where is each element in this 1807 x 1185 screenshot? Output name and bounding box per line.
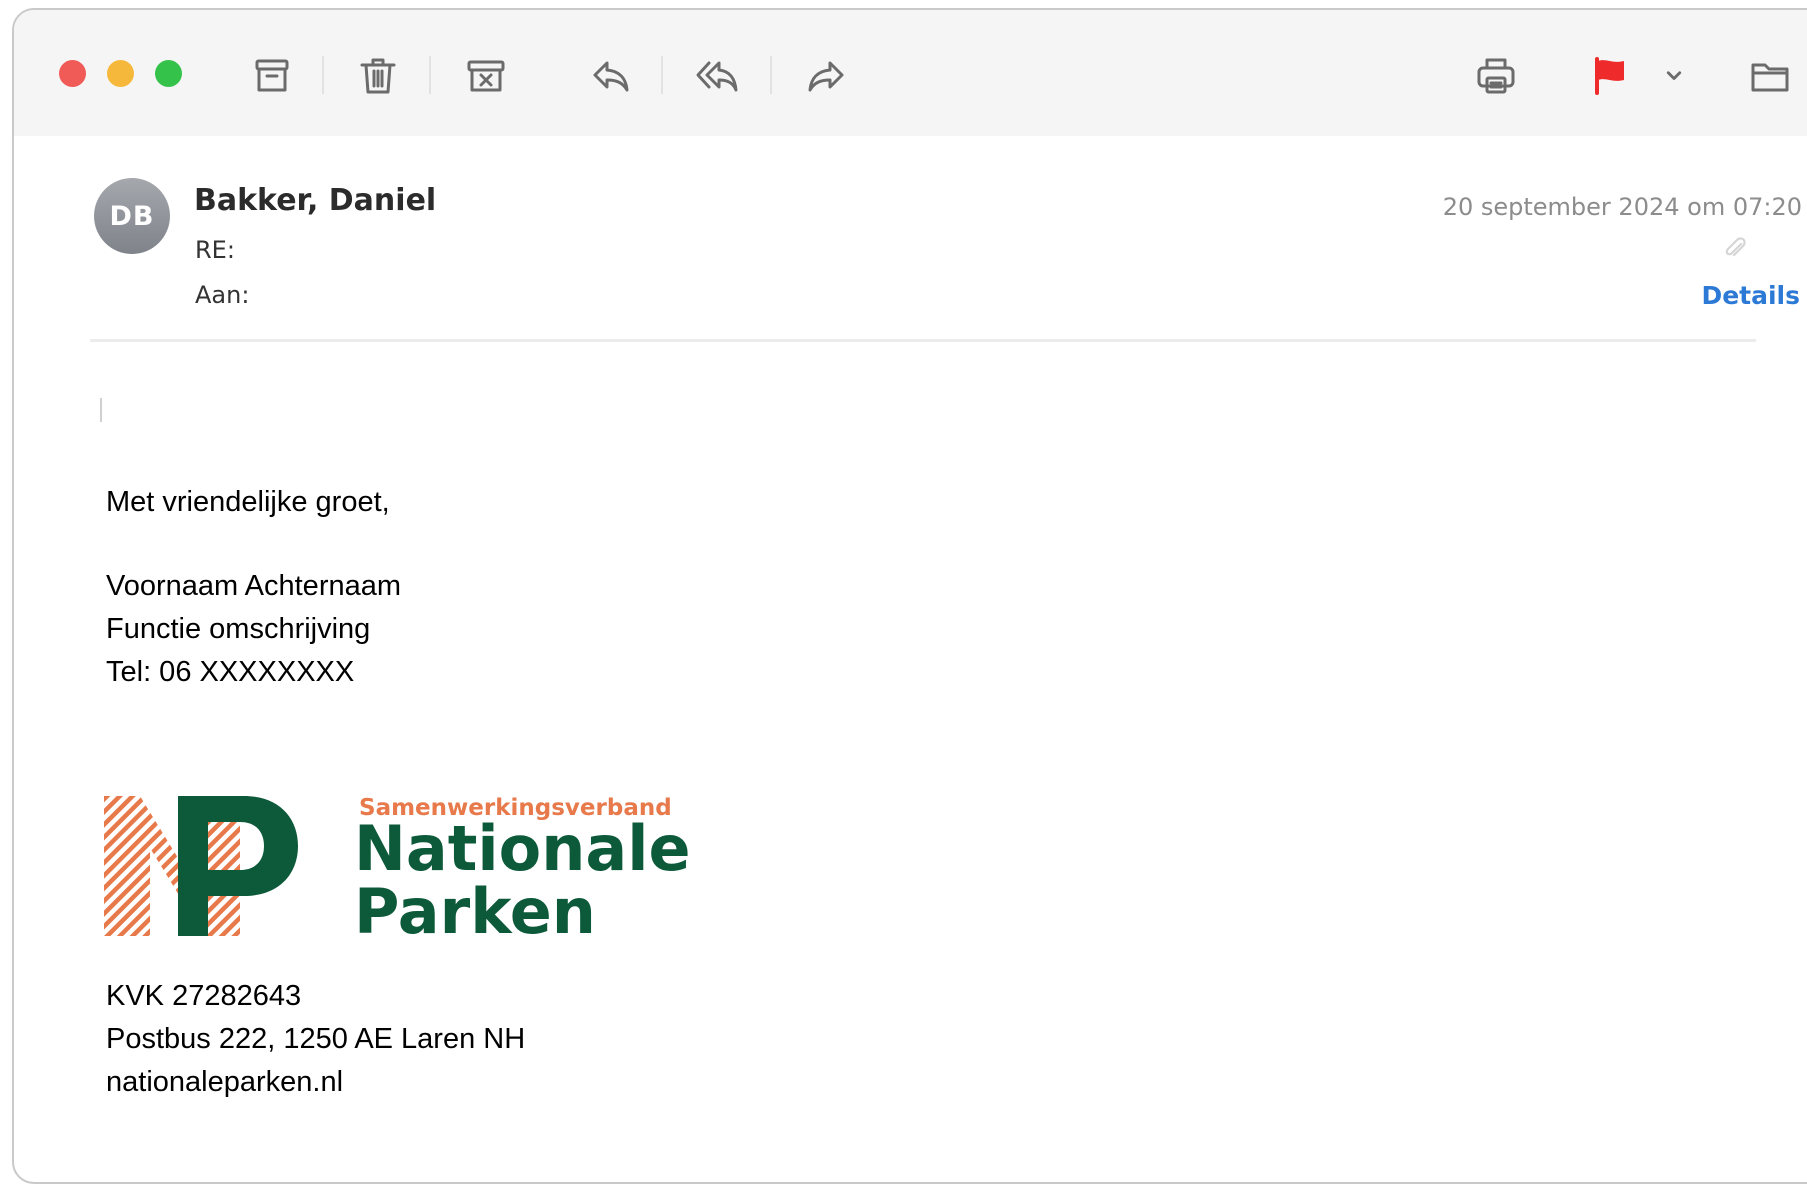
sender-avatar: DB [94,178,170,254]
signature-phone: Tel: 06 XXXXXXXX [106,656,355,688]
recipient-label: Aan: [195,281,250,309]
toolbar [14,10,1807,136]
reply-all-icon [696,61,738,92]
toolbar-separator [661,56,663,94]
details-link[interactable]: Details [1701,281,1800,310]
mail-window: DB Bakker, Daniel RE: Aan: 20 september … [12,8,1807,1184]
archive-button[interactable] [246,50,298,102]
junk-icon [467,60,505,92]
archive-icon [255,59,289,92]
logo-title-line1: Nationale [354,812,691,885]
forward-icon [808,61,844,92]
text-cursor [100,398,102,422]
flag-menu-button[interactable] [1656,50,1692,102]
trash-icon [360,58,396,94]
minimize-window-button[interactable] [107,60,134,87]
postal-address: Postbus 222, 1250 AE Laren NH [106,1023,526,1055]
toolbar-separator [429,56,431,94]
subject-label: RE: [195,236,235,264]
junk-button[interactable] [460,50,512,102]
print-icon [1477,58,1515,94]
forward-button[interactable] [800,50,852,102]
toolbar-separator [770,56,772,94]
close-window-button[interactable] [59,60,86,87]
website-link[interactable]: nationaleparken.nl [106,1066,343,1099]
reply-all-button[interactable] [691,50,743,102]
flag-icon [1595,57,1624,95]
kvk-number: KVK 27282643 [106,980,302,1012]
greeting-text: Met vriendelijke groet, [106,486,390,518]
reply-icon [593,61,629,92]
zoom-window-button[interactable] [155,60,182,87]
message-date: 20 september 2024 om 07:20 [1442,193,1802,221]
header-divider [90,339,1756,342]
move-to-folder-button[interactable] [1744,50,1796,102]
paperclip-icon [1725,237,1746,257]
trash-button[interactable] [352,50,404,102]
toolbar-separator [322,56,324,94]
signature-role: Functie omschrijving [106,613,371,645]
reply-button[interactable] [585,50,637,102]
flag-button[interactable] [1584,50,1636,102]
print-button[interactable] [1470,50,1522,102]
chevron-down-icon [1666,71,1682,80]
np-logo-mark [104,796,298,936]
logo-title-line2: Parken [354,875,596,948]
sender-name[interactable]: Bakker, Daniel [194,183,436,218]
signature-name: Voornaam Achternaam [106,570,402,602]
move-to-folder-icon [1751,63,1789,92]
